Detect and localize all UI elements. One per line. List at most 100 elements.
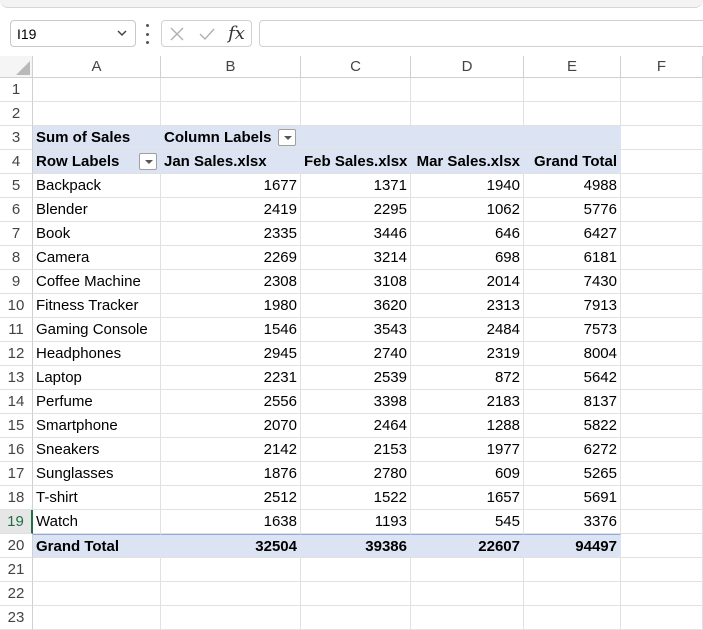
pivot-row-label[interactable]: Coffee Machine bbox=[33, 270, 161, 294]
cell[interactable] bbox=[524, 606, 621, 630]
pivot-column-header[interactable]: Mar Sales.xlsx bbox=[411, 150, 524, 174]
column-header-e[interactable]: E bbox=[524, 56, 621, 78]
column-header-d[interactable]: D bbox=[411, 56, 524, 78]
formula-input[interactable] bbox=[259, 20, 703, 47]
cell[interactable] bbox=[301, 102, 411, 126]
name-box[interactable]: I19 bbox=[10, 20, 136, 47]
cell[interactable] bbox=[621, 510, 703, 534]
cell[interactable] bbox=[621, 342, 703, 366]
cell[interactable] bbox=[301, 78, 411, 102]
chevron-down-icon[interactable] bbox=[115, 26, 129, 40]
pivot-row-label[interactable]: Book bbox=[33, 222, 161, 246]
pivot-sum-label[interactable]: Sum of Sales bbox=[33, 126, 161, 150]
pivot-value[interactable]: 2335 bbox=[161, 222, 301, 246]
pivot-value[interactable]: 2313 bbox=[411, 294, 524, 318]
pivot-value[interactable]: 4988 bbox=[524, 174, 621, 198]
pivot-value[interactable]: 3543 bbox=[301, 318, 411, 342]
pivot-value[interactable]: 3108 bbox=[301, 270, 411, 294]
row-header-16[interactable]: 16 bbox=[0, 438, 33, 462]
pivot-value[interactable]: 1940 bbox=[411, 174, 524, 198]
row-header-3[interactable]: 3 bbox=[0, 126, 33, 150]
cell[interactable] bbox=[621, 390, 703, 414]
cell[interactable] bbox=[621, 270, 703, 294]
pivot-value[interactable]: 2556 bbox=[161, 390, 301, 414]
row-labels-filter-button[interactable] bbox=[139, 153, 157, 170]
cell[interactable] bbox=[411, 78, 524, 102]
row-header-20[interactable]: 20 bbox=[0, 534, 33, 558]
cell[interactable] bbox=[621, 222, 703, 246]
pivot-value[interactable]: 2308 bbox=[161, 270, 301, 294]
grand-total-label[interactable]: Grand Total bbox=[33, 534, 161, 558]
pivot-value[interactable]: 2484 bbox=[411, 318, 524, 342]
cell[interactable] bbox=[524, 78, 621, 102]
pivot-value[interactable]: 1062 bbox=[411, 198, 524, 222]
row-header-4[interactable]: 4 bbox=[0, 150, 33, 174]
column-header-c[interactable]: C bbox=[301, 56, 411, 78]
cell[interactable] bbox=[621, 102, 703, 126]
cell[interactable] bbox=[301, 606, 411, 630]
pivot-value[interactable]: 1522 bbox=[301, 486, 411, 510]
pivot-value[interactable]: 2319 bbox=[411, 342, 524, 366]
pivot-value[interactable]: 698 bbox=[411, 246, 524, 270]
row-header-2[interactable]: 2 bbox=[0, 102, 33, 126]
row-header-9[interactable]: 9 bbox=[0, 270, 33, 294]
pivot-value[interactable]: 1980 bbox=[161, 294, 301, 318]
pivot-value[interactable]: 3620 bbox=[301, 294, 411, 318]
pivot-value[interactable]: 3398 bbox=[301, 390, 411, 414]
pivot-row-label[interactable]: Headphones bbox=[33, 342, 161, 366]
pivot-value[interactable]: 8137 bbox=[524, 390, 621, 414]
cancel-icon[interactable] bbox=[168, 25, 186, 43]
pivot-value[interactable]: 1288 bbox=[411, 414, 524, 438]
pivot-value[interactable]: 2419 bbox=[161, 198, 301, 222]
select-all-corner[interactable] bbox=[0, 56, 33, 78]
pivot-value[interactable]: 6272 bbox=[524, 438, 621, 462]
pivot-header-empty[interactable] bbox=[524, 126, 621, 150]
cell[interactable] bbox=[161, 582, 301, 606]
pivot-value[interactable]: 2539 bbox=[301, 366, 411, 390]
pivot-column-header[interactable]: Grand Total bbox=[524, 150, 621, 174]
pivot-value[interactable]: 2295 bbox=[301, 198, 411, 222]
pivot-row-label[interactable]: Sneakers bbox=[33, 438, 161, 462]
pivot-value[interactable]: 6181 bbox=[524, 246, 621, 270]
pivot-value[interactable]: 2512 bbox=[161, 486, 301, 510]
row-header-8[interactable]: 8 bbox=[0, 246, 33, 270]
cell[interactable] bbox=[161, 606, 301, 630]
pivot-value[interactable]: 1876 bbox=[161, 462, 301, 486]
pivot-value[interactable]: 7573 bbox=[524, 318, 621, 342]
pivot-row-label[interactable]: T-shirt bbox=[33, 486, 161, 510]
pivot-value[interactable]: 1193 bbox=[301, 510, 411, 534]
pivot-value[interactable]: 2183 bbox=[411, 390, 524, 414]
pivot-header-empty[interactable] bbox=[301, 126, 411, 150]
pivot-row-label[interactable]: Backpack bbox=[33, 174, 161, 198]
row-header-15[interactable]: 15 bbox=[0, 414, 33, 438]
cell[interactable] bbox=[411, 582, 524, 606]
cell[interactable] bbox=[524, 582, 621, 606]
pivot-header-empty[interactable] bbox=[411, 126, 524, 150]
pivot-value[interactable]: 2269 bbox=[161, 246, 301, 270]
pivot-value[interactable]: 609 bbox=[411, 462, 524, 486]
cell[interactable] bbox=[621, 582, 703, 606]
cell[interactable] bbox=[621, 534, 703, 558]
enter-check-icon[interactable] bbox=[198, 25, 216, 43]
cell[interactable] bbox=[33, 102, 161, 126]
pivot-value[interactable]: 5776 bbox=[524, 198, 621, 222]
row-header-21[interactable]: 21 bbox=[0, 558, 33, 582]
cell[interactable] bbox=[411, 606, 524, 630]
cell[interactable] bbox=[621, 318, 703, 342]
pivot-row-label[interactable]: Watch bbox=[33, 510, 161, 534]
pivot-value[interactable]: 2142 bbox=[161, 438, 301, 462]
row-header-5[interactable]: 5 bbox=[0, 174, 33, 198]
row-header-11[interactable]: 11 bbox=[0, 318, 33, 342]
pivot-value[interactable]: 1977 bbox=[411, 438, 524, 462]
grand-total-value[interactable]: 32504 bbox=[161, 534, 301, 558]
cell[interactable] bbox=[524, 558, 621, 582]
cell[interactable] bbox=[621, 174, 703, 198]
pivot-value[interactable]: 2014 bbox=[411, 270, 524, 294]
row-header-19[interactable]: 19 bbox=[0, 510, 33, 534]
cell[interactable] bbox=[161, 558, 301, 582]
row-header-14[interactable]: 14 bbox=[0, 390, 33, 414]
pivot-value[interactable]: 5642 bbox=[524, 366, 621, 390]
cell[interactable] bbox=[33, 582, 161, 606]
pivot-value[interactable]: 5822 bbox=[524, 414, 621, 438]
cell[interactable] bbox=[411, 102, 524, 126]
